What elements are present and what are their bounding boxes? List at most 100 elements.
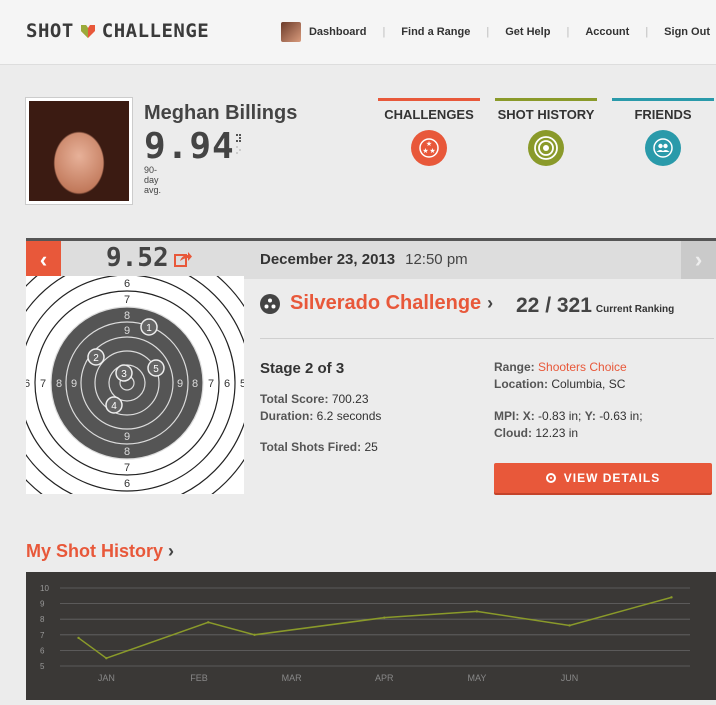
data-point bbox=[670, 596, 673, 599]
data-point bbox=[383, 616, 386, 619]
shot-number: 2 bbox=[93, 353, 99, 364]
total-shots-label: Total Shots Fired: bbox=[260, 440, 362, 454]
previous-shot-button[interactable]: ‹ bbox=[26, 241, 61, 279]
shot-number: 4 bbox=[111, 401, 117, 412]
nav-separator: | bbox=[486, 26, 490, 38]
series-line bbox=[78, 596, 672, 660]
user-avatar[interactable] bbox=[280, 22, 301, 42]
share-icon[interactable] bbox=[174, 251, 192, 267]
top-nav: Dashboard | Find a Range | Get Help | Ac… bbox=[280, 22, 710, 42]
ring-number: 6 bbox=[124, 278, 130, 290]
ring-number: 7 bbox=[208, 378, 214, 390]
tab-label: CHALLENGES bbox=[384, 107, 474, 122]
y-tick-label: 10 bbox=[40, 584, 49, 593]
score-trend-icon bbox=[236, 134, 241, 154]
nav-get-help[interactable]: Get Help bbox=[505, 26, 550, 38]
x-tick-label: JAN bbox=[98, 673, 115, 683]
y-tick-label: 5 bbox=[40, 662, 45, 671]
total-shots: Total Shots Fired: 25 bbox=[260, 440, 378, 454]
mpi-x-label: X: bbox=[522, 409, 535, 423]
ranking-value: 22 / 321 bbox=[516, 294, 592, 317]
tab-accent-bar bbox=[495, 98, 597, 101]
average-score: 9.94 bbox=[144, 126, 235, 167]
shield-logo-icon bbox=[80, 25, 95, 38]
duration-label: Duration: bbox=[260, 409, 314, 423]
nav-find-a-range[interactable]: Find a Range bbox=[401, 26, 470, 38]
svg-text:★: ★ bbox=[422, 147, 428, 155]
ring-number: 8 bbox=[192, 378, 198, 390]
total-score-value: 700.23 bbox=[331, 392, 369, 406]
ring-number: 9 bbox=[124, 325, 130, 337]
logo-text-right: CHALLENGE bbox=[101, 20, 210, 42]
target-icon bbox=[528, 130, 564, 166]
tab-friends[interactable]: FRIENDS bbox=[612, 98, 714, 166]
total-score: Total Score: 700.23 bbox=[260, 392, 369, 406]
range-link[interactable]: Shooters Choice bbox=[538, 360, 627, 374]
nav-sign-out[interactable]: Sign Out bbox=[664, 26, 710, 38]
range-label: Range: bbox=[494, 360, 535, 374]
challenge-link[interactable]: Silverado Challenge bbox=[290, 292, 481, 315]
svg-text:★: ★ bbox=[426, 140, 432, 148]
ring-number: 8 bbox=[56, 378, 62, 390]
data-point bbox=[568, 624, 571, 627]
shot-time: 12:50 pm bbox=[405, 251, 468, 268]
nav-dashboard[interactable]: Dashboard bbox=[309, 26, 366, 38]
nav-separator: | bbox=[382, 26, 386, 38]
logo[interactable]: SHOT CHALLENGE bbox=[26, 20, 209, 42]
svg-text:★: ★ bbox=[429, 147, 435, 155]
duration: Duration: 6.2 seconds bbox=[260, 409, 381, 423]
logo-text-left: SHOT bbox=[26, 20, 74, 42]
cloud: Cloud: 12.23 in bbox=[494, 426, 578, 440]
target-diagram: 44445555666677778888999912345 bbox=[26, 276, 244, 494]
line-chart: 5 6 7 8 9 10 JAN FEB MAR APR MAY JUN bbox=[40, 584, 690, 683]
data-point bbox=[77, 636, 80, 640]
target-icon bbox=[545, 473, 556, 483]
y-tick-label: 9 bbox=[40, 600, 45, 609]
ring-number: 9 bbox=[177, 378, 183, 390]
ring-number: 9 bbox=[71, 378, 77, 390]
ring-number: 7 bbox=[40, 378, 46, 390]
mpi-y-label: Y: bbox=[584, 409, 596, 423]
chevron-right-icon: › bbox=[168, 541, 175, 561]
y-tick-label: 6 bbox=[40, 646, 45, 655]
ranking-label: Current Ranking bbox=[595, 304, 675, 315]
view-details-button[interactable]: VIEW DETAILS bbox=[494, 463, 712, 493]
chevron-right-icon: › bbox=[487, 293, 494, 313]
shot-history-title: My Shot History bbox=[26, 541, 164, 561]
view-details-label: VIEW DETAILS bbox=[563, 471, 661, 485]
ring-number: 8 bbox=[124, 310, 130, 322]
location-value: Columbia, SC bbox=[551, 377, 626, 391]
y-tick-label: 8 bbox=[40, 615, 45, 624]
nav-separator: | bbox=[645, 26, 649, 38]
x-tick-label: FEB bbox=[190, 673, 208, 683]
stage-label: Stage 2 of 3 bbox=[260, 360, 345, 377]
ring-number: 7 bbox=[124, 462, 130, 474]
x-tick-label: MAY bbox=[467, 673, 486, 683]
shot-datetime: December 23, 2013 12:50 pm bbox=[260, 251, 468, 268]
ring-number: 9 bbox=[124, 431, 130, 443]
shot-number: 3 bbox=[121, 369, 127, 380]
chevron-right-icon: › bbox=[694, 247, 703, 272]
location-label: Location: bbox=[494, 377, 548, 391]
challenge-header: Silverado Challenge › bbox=[260, 292, 493, 315]
challenge-badge-icon bbox=[260, 293, 280, 314]
duration-value: 6.2 seconds bbox=[316, 409, 382, 423]
tab-shot-history[interactable]: SHOT HISTORY bbox=[495, 98, 597, 166]
nav-account[interactable]: Account bbox=[585, 26, 629, 38]
cloud-label: Cloud: bbox=[494, 426, 532, 440]
shot-history-link[interactable]: My Shot History › bbox=[26, 541, 174, 562]
nav-separator: | bbox=[566, 26, 570, 38]
shot-nav-bar: ‹ 9.52 December 23, 2013 12:50 pm › bbox=[26, 238, 716, 279]
total-shots-value: 25 bbox=[364, 440, 378, 454]
ring-number: 7 bbox=[124, 294, 130, 306]
shot-target: 44445555666677778888999912345 bbox=[26, 276, 244, 494]
data-point bbox=[475, 610, 479, 613]
top-bar: SHOT CHALLENGE Dashboard | Find a Range … bbox=[0, 0, 716, 65]
tab-challenges[interactable]: CHALLENGES ★ ★ ★ bbox=[378, 98, 480, 166]
profile-name: Meghan Billings bbox=[144, 102, 298, 124]
data-point bbox=[207, 621, 210, 624]
mpi: MPI: X: -0.83 in; Y: -0.63 in; bbox=[494, 409, 643, 423]
next-shot-button[interactable]: › bbox=[681, 241, 716, 279]
mpi-x-value: -0.83 in; bbox=[538, 409, 582, 423]
ring-number: 5 bbox=[240, 378, 244, 390]
